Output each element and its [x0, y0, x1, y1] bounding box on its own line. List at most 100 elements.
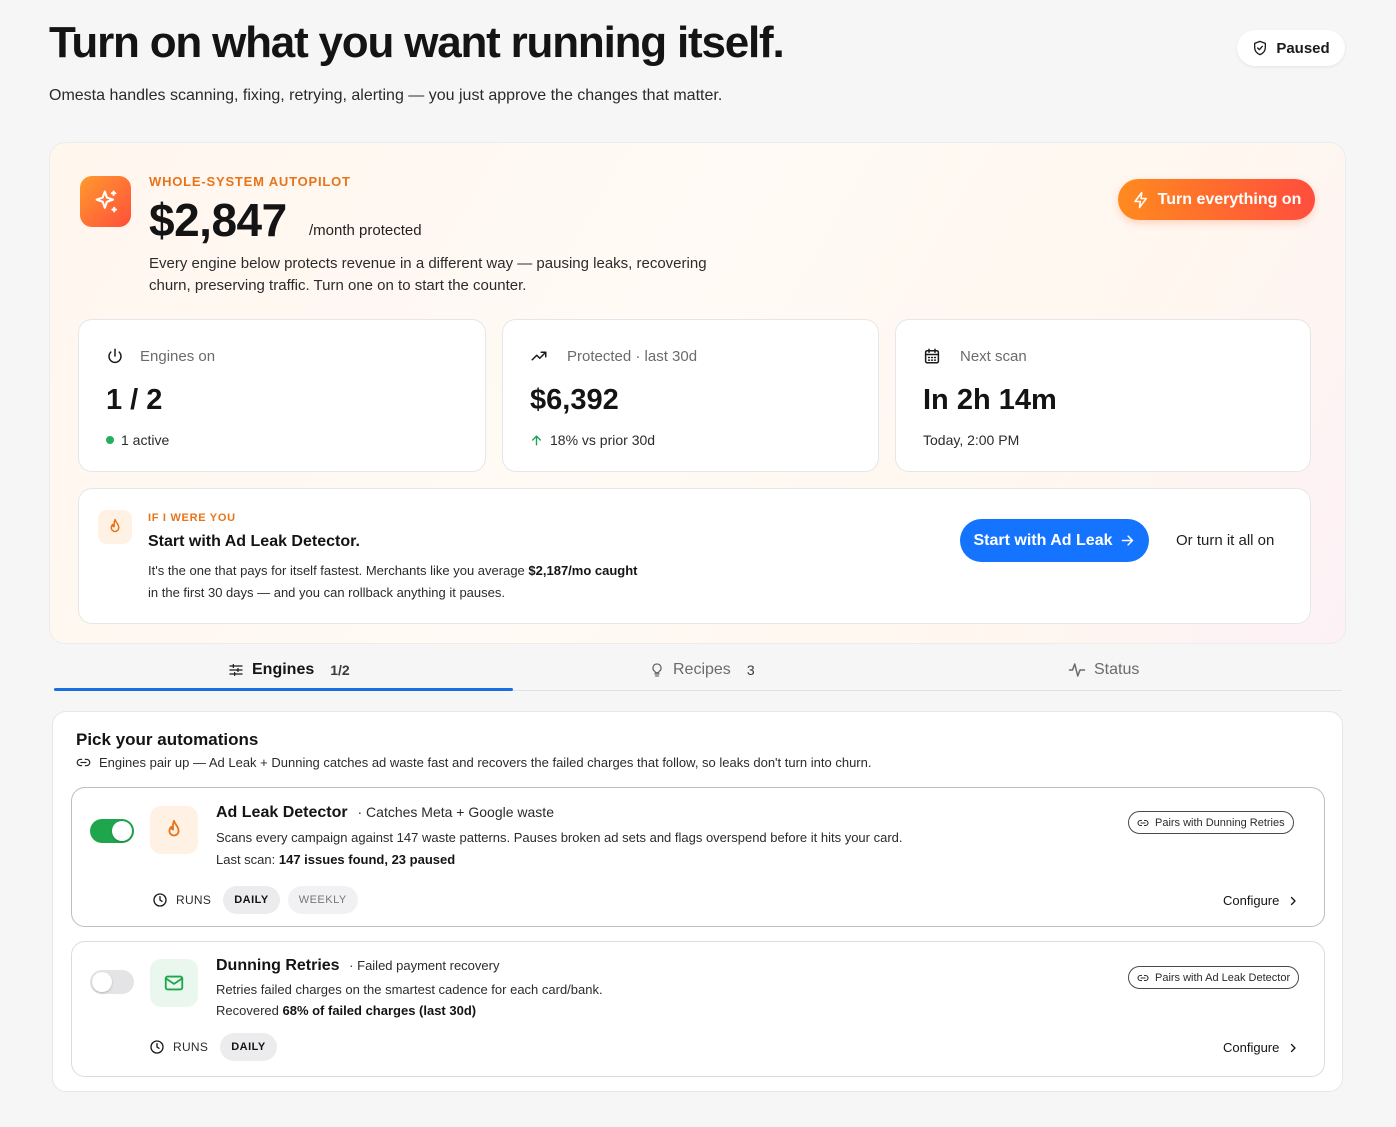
- sliders-icon: [229, 664, 243, 676]
- tab-count: 3: [746, 662, 755, 678]
- engine-description: Scans every campaign against 147 waste p…: [216, 830, 903, 845]
- pairs-with-badge: Pairs with Dunning Retries: [1128, 811, 1294, 834]
- engine-tag: · Failed payment recovery: [345, 958, 500, 973]
- stat-foot: Today, 2:00 PM: [923, 432, 1019, 448]
- schedule-weekly-chip[interactable]: WEEKLY: [287, 886, 358, 914]
- engine-stat: Recovered 68% of failed charges (last 30…: [216, 1003, 476, 1018]
- engine-tag: · Catches Meta + Google waste: [353, 804, 554, 820]
- engine-stat-value: 147 issues found, 23 paused: [278, 852, 456, 867]
- automations-subtitle: Engines pair up — Ad Leak + Dunning catc…: [76, 755, 871, 770]
- pairs-with-badge: Pairs with Ad Leak Detector: [1128, 966, 1300, 989]
- schedule-daily-chip[interactable]: DAILY: [220, 1033, 277, 1061]
- clock-icon: [153, 893, 167, 907]
- protected-amount: $2,847: [149, 194, 287, 246]
- engine-description: Retries failed charges on the smartest c…: [216, 982, 603, 997]
- tab-engines[interactable]: Engines 1/2: [228, 650, 350, 690]
- recommendation-desc-text: in the first 30 days — and you can rollb…: [148, 585, 505, 600]
- turn-everything-on-button[interactable]: Turn everything on: [1118, 179, 1315, 220]
- shield-check-icon: [1254, 40, 1267, 56]
- start-with-ad-leak-button[interactable]: Start with Ad Leak: [960, 519, 1149, 562]
- recommendation-desc-text: It's the one that pays for itself fastes…: [148, 563, 529, 578]
- automations-panel: Pick your automations Engines pair up — …: [52, 711, 1343, 1092]
- tab-recipes[interactable]: Recipes 3: [649, 650, 755, 690]
- tab-label: Status: [1094, 661, 1140, 678]
- lightbulb-icon: [652, 663, 662, 677]
- stat-foot-text: 18% vs prior 30d: [550, 432, 656, 448]
- engine-card-dunning: Dunning Retries · Failed payment recover…: [71, 941, 1325, 1077]
- tab-label: Recipes: [673, 661, 731, 678]
- recommendation-card: IF I WERE YOU Start with Ad Leak Detecto…: [78, 488, 1311, 624]
- autopilot-description: Every engine below protects revenue in a…: [149, 255, 707, 294]
- engine-tag-text: Catches Meta + Google waste: [366, 804, 554, 820]
- engine-name-text: Ad Leak Detector: [216, 804, 348, 821]
- protected-amount-suffix: /month protected: [309, 222, 422, 239]
- tab-status[interactable]: Status: [1068, 650, 1139, 690]
- chevron-right-icon: [1291, 1043, 1297, 1052]
- lightning-icon: [1133, 191, 1147, 208]
- pairs-with-label: Pairs with Dunning Retries: [1155, 816, 1285, 829]
- flame-icon: [150, 806, 198, 854]
- arrow-up-icon: [532, 434, 541, 446]
- schedule-daily-chip[interactable]: DAILY: [223, 886, 280, 914]
- runs-schedule: RUNS DAILY WEEKLY: [152, 886, 358, 914]
- ad-leak-toggle[interactable]: [90, 819, 134, 843]
- stat-card-engines-on: Engines on 1 / 2 1 active: [78, 319, 486, 472]
- runs-label: RUNS: [176, 893, 212, 907]
- tab-label: Engines: [252, 661, 315, 678]
- engine-stat-label: Last scan:: [216, 852, 279, 867]
- stat-value: $6,392: [530, 384, 619, 416]
- paused-status-label: Paused: [1276, 39, 1330, 57]
- engine-stat-label: Recovered: [216, 1003, 283, 1018]
- active-tab-indicator: [54, 688, 513, 691]
- toggle-knob: [92, 972, 112, 992]
- stat-label: Next scan: [960, 348, 1027, 365]
- pairs-with-label: Pairs with Ad Leak Detector: [1155, 971, 1291, 984]
- link-icon: [1137, 819, 1149, 826]
- autopilot-card: WHOLE-SYSTEM AUTOPILOT $2,847 /month pro…: [49, 142, 1346, 644]
- start-with-ad-leak-label: Start with Ad Leak: [973, 531, 1113, 549]
- chevron-right-icon: [1291, 896, 1297, 905]
- stat-foot-text: 1 active: [121, 432, 170, 448]
- autopilot-eyebrow: WHOLE-SYSTEM AUTOPILOT: [149, 174, 351, 189]
- runs-schedule: RUNS DAILY: [149, 1033, 277, 1061]
- tab-count: 1/2: [330, 662, 350, 678]
- recommendation-description: It's the one that pays for itself fastes…: [148, 560, 648, 604]
- recommendation-eyebrow: IF I WERE YOU: [148, 512, 236, 524]
- engine-name-text: Dunning Retries: [216, 957, 340, 974]
- stat-card-protected: Protected · last 30d $6,392 18% vs prior…: [502, 319, 879, 472]
- stat-foot: 1 active: [106, 432, 169, 448]
- sparkle-icon: [80, 176, 131, 227]
- runs-label: RUNS: [173, 1040, 209, 1054]
- stat-foot-text: Today, 2:00 PM: [923, 432, 1020, 448]
- turn-it-all-on-link[interactable]: Or turn it all on: [1176, 532, 1274, 549]
- configure-ad-leak-link[interactable]: Configure: [1223, 893, 1299, 908]
- active-dot-icon: [106, 436, 114, 444]
- link-icon: [1137, 974, 1149, 981]
- link-icon: [76, 758, 91, 767]
- turn-everything-on-label: Turn everything on: [1157, 190, 1302, 208]
- engine-name: Dunning Retries · Failed payment recover…: [216, 957, 499, 975]
- configure-label: Configure: [1223, 893, 1280, 908]
- paused-status-button[interactable]: Paused: [1237, 30, 1345, 66]
- automations-subtitle-text: Engines pair up — Ad Leak + Dunning catc…: [99, 755, 872, 770]
- stat-value: 1 / 2: [106, 384, 163, 416]
- toggle-knob: [112, 821, 132, 841]
- configure-label: Configure: [1223, 1040, 1280, 1055]
- page-title: Turn on what you want running itself.: [49, 18, 785, 67]
- engine-stat: Last scan: 147 issues found, 23 paused: [216, 852, 455, 867]
- configure-dunning-link[interactable]: Configure: [1223, 1040, 1299, 1055]
- stat-label: Protected · last 30d: [567, 348, 698, 365]
- automations-title: Pick your automations: [76, 730, 259, 749]
- engine-name: Ad Leak Detector · Catches Meta + Google…: [216, 804, 554, 822]
- engine-tag-text: Failed payment recovery: [357, 958, 500, 973]
- mail-icon: [150, 959, 198, 1007]
- engine-card-ad-leak: Ad Leak Detector · Catches Meta + Google…: [71, 787, 1325, 927]
- calendar-icon: [924, 348, 940, 364]
- stat-value: In 2h 14m: [923, 384, 1057, 416]
- tab-bar: Engines 1/2 Recipes 3 Status: [54, 650, 1342, 691]
- dunning-toggle[interactable]: [90, 970, 134, 994]
- engine-stat-value: 68% of failed charges (last 30d): [282, 1003, 477, 1018]
- trend-up-icon: [531, 351, 547, 361]
- page-subtitle: Omesta handles scanning, fixing, retryin…: [49, 87, 723, 104]
- power-icon: [108, 348, 122, 364]
